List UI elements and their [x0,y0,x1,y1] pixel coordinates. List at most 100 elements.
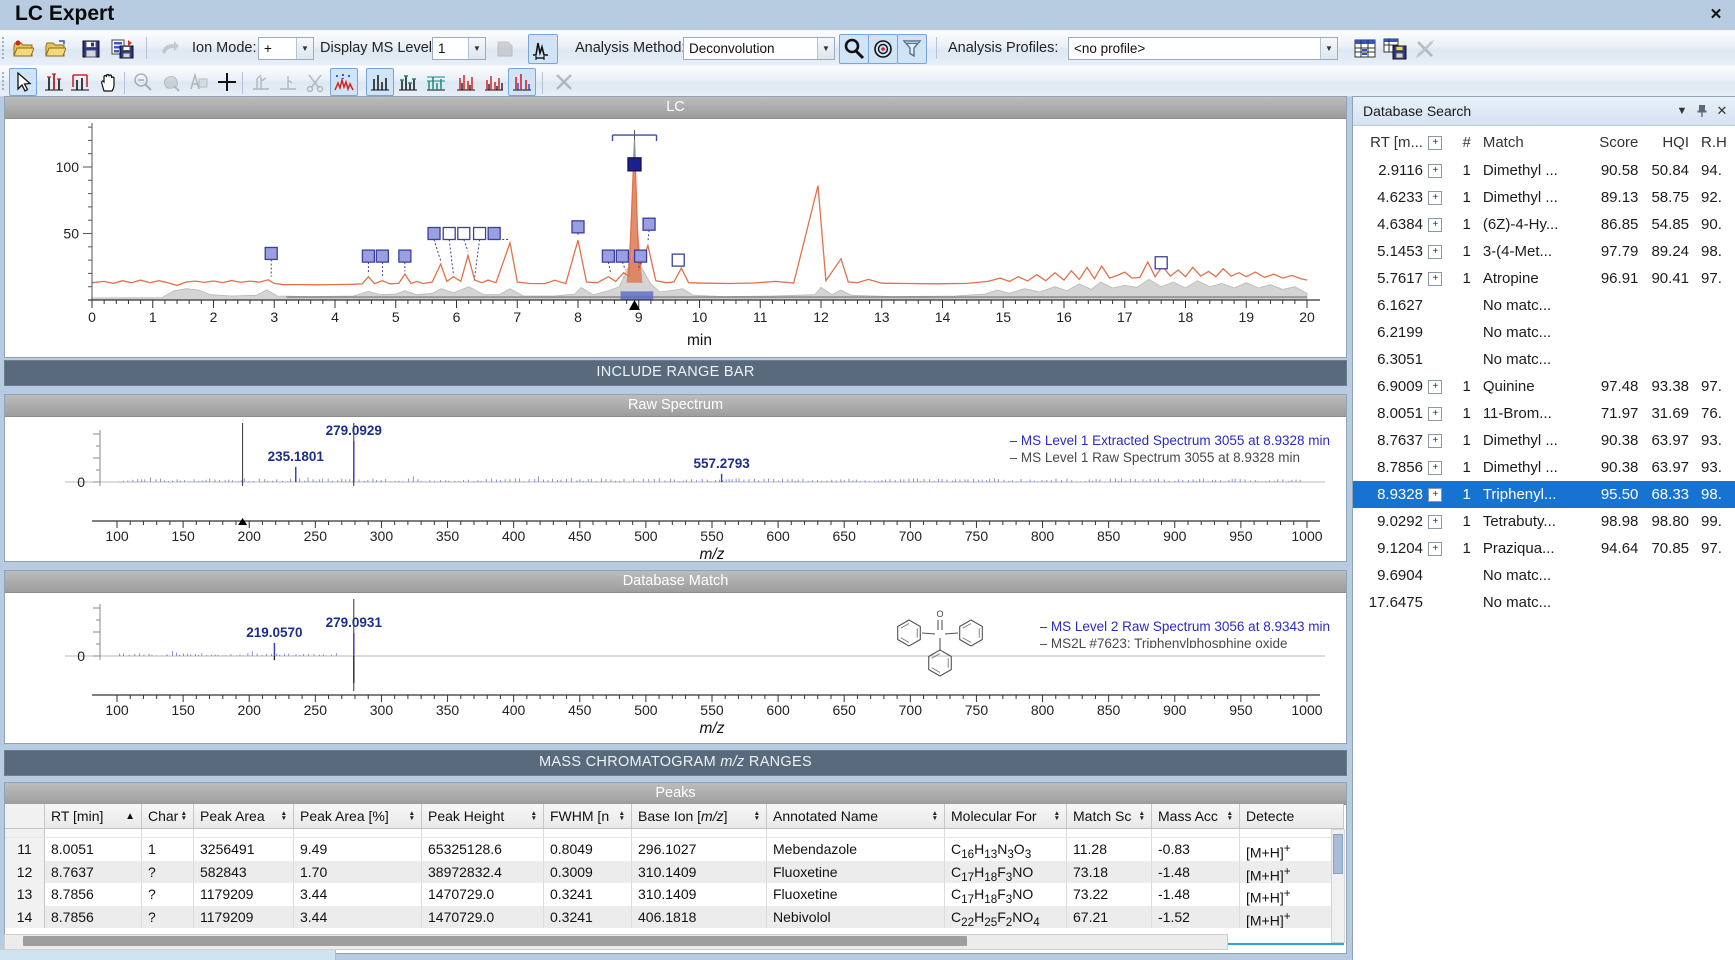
pan-hand-icon[interactable] [94,68,122,96]
expand-row-icon[interactable]: + [1428,380,1442,394]
lc-peak-marker[interactable] [399,250,411,262]
db-search-row[interactable]: 5.7617+1Atropine96.9190.4197. [1353,265,1735,292]
peaks-horizontal-scrollbar[interactable] [4,934,1228,950]
peaks-vertical-scrollbar[interactable] [1331,829,1345,943]
save-workspace-icon[interactable] [108,34,138,64]
column-header[interactable]: Match [1475,129,1586,157]
save-icon[interactable] [76,34,106,64]
lc-peak-marker[interactable] [635,250,647,262]
chevron-down-icon[interactable]: ▼ [1320,38,1337,59]
lc-peak-marker[interactable] [616,250,628,262]
column-header[interactable]: Detecte [1240,804,1344,828]
collapse-chevron-icon[interactable]: ▼ [1674,104,1690,118]
toolbar-grip[interactable] [2,37,7,59]
expand-row-icon[interactable]: + [1428,272,1442,286]
db-search-row[interactable]: 8.0051+111-Brom...71.9731.6976. [1353,400,1735,427]
lc-peak-marker-unassigned[interactable] [672,254,684,266]
expand-row-icon[interactable]: + [1428,542,1442,556]
chromatogram-view-3-icon[interactable] [508,68,536,96]
db-search-row-selected[interactable]: 8.9328+1Triphenyl...95.5068.3398. [1353,481,1735,508]
chevron-down-icon[interactable]: ▼ [296,38,313,59]
pin-icon[interactable] [1694,104,1710,118]
filter-icon[interactable] [897,34,927,64]
db-search-row[interactable]: 9.6904No matc... [1353,562,1735,589]
database-search-titlebar[interactable]: Database Search ▼ ✕ [1353,97,1735,126]
lc-peak-marker[interactable] [643,218,655,230]
lc-peak-marker[interactable] [376,250,388,262]
column-header[interactable]: Molecular For▲▼ [945,804,1067,828]
expand-row-icon[interactable]: + [1428,461,1442,475]
lc-peak-marker[interactable] [572,221,584,233]
lc-chromatogram-plot[interactable]: 01234567891011121314151617181920min50100 [5,119,1344,357]
expand-row-icon[interactable]: + [1428,245,1442,259]
window-horizontal-scrollbar[interactable] [0,950,336,960]
column-header[interactable]: Peak Area▲▼ [194,804,294,828]
lc-peak-marker-unassigned[interactable] [474,228,486,240]
db-search-row[interactable]: 17.6475No matc... [1353,589,1735,616]
column-header[interactable]: FWHM [n▲▼ [544,804,632,828]
lc-peak-marker[interactable] [602,250,614,262]
overlay-spectrum-icon[interactable] [330,68,358,96]
column-header[interactable]: Base Ion [m/z]▲▼ [632,804,767,828]
column-header[interactable]: RT [min]▲ [45,804,142,828]
analysis-method-select[interactable]: Deconvolution ▼ [683,37,835,60]
open-report-icon[interactable] [8,34,38,64]
grid-display-icon[interactable] [422,68,450,96]
mass-chromatogram-ranges-bar[interactable]: MASS CHROMATOGRAM m/z RANGES [4,750,1347,776]
db-search-row[interactable]: 2.9116+1Dimethyl ...90.5850.8494. [1353,157,1735,184]
column-header[interactable]: Peak Area [%]▲▼ [294,804,422,828]
db-search-row[interactable]: 4.6384+1(6Z)-4-Hy...86.8554.8590. [1353,211,1735,238]
column-header[interactable] [5,804,45,828]
crosshair-icon[interactable] [213,68,241,96]
expand-row-icon[interactable]: + [1428,434,1442,448]
table-row[interactable]: 118.0051132564919.4965325128.60.8049296.… [5,838,1344,861]
expand-all-icon[interactable]: + [1428,136,1442,150]
analysis-profiles-select[interactable]: <no profile> ▼ [1068,37,1338,60]
chromatogram-view-1-icon[interactable] [452,68,480,96]
db-search-row[interactable]: 6.2199No matc... [1353,319,1735,346]
db-search-row[interactable]: 8.7637+1Dimethyl ...90.3863.9793. [1353,427,1735,454]
db-search-row[interactable]: 8.7856+1Dimethyl ...90.3863.9793. [1353,454,1735,481]
column-header[interactable]: HQI [1638,129,1689,157]
column-header[interactable]: Annotated Name▲▼ [767,804,945,828]
column-header[interactable]: Score [1586,129,1638,157]
lc-peak-marker[interactable] [488,228,500,240]
db-search-row[interactable]: 5.1453+13-(4-Met...97.7989.2498. [1353,238,1735,265]
table-view-icon[interactable] [1350,34,1380,64]
display-ms-level-select[interactable]: 1 ▼ [432,37,486,60]
peak-range-icon[interactable] [66,68,94,96]
chevron-down-icon[interactable]: ▼ [817,38,834,59]
chevron-down-icon[interactable]: ▼ [468,38,485,59]
lc-peak-marker-unassigned[interactable] [443,228,455,240]
db-search-row[interactable]: 6.1627No matc... [1353,292,1735,319]
column-header[interactable]: R.H [1689,129,1735,157]
expand-row-icon[interactable]: + [1428,191,1442,205]
column-header[interactable]: Peak Height▲▼ [422,804,544,828]
expand-row-icon[interactable]: + [1428,488,1442,502]
column-header[interactable]: # [1448,129,1475,157]
expand-row-icon[interactable]: + [1428,515,1442,529]
open-folder-icon[interactable] [40,34,70,64]
table-row-clipped[interactable] [5,829,1344,838]
lc-peak-marker[interactable] [362,250,374,262]
column-header[interactable]: Mass Acc▲▼ [1152,804,1240,828]
database-match-plot[interactable]: 219.0570279.0931100150200250300350400450… [5,593,1344,743]
close-icon[interactable]: ✕ [1705,5,1727,25]
expand-row-icon[interactable]: + [1428,407,1442,421]
table-row[interactable]: 128.7637?5828431.7038972832.40.3009310.1… [5,861,1344,884]
stick-display-icon[interactable] [366,68,394,96]
db-search-row[interactable]: 9.1204+1Praziqua...94.6470.8597. [1353,535,1735,562]
column-header[interactable]: RT [m... [1353,129,1423,157]
target-icon[interactable] [868,34,898,64]
column-header[interactable]: Match Sc▲▼ [1067,804,1152,828]
db-search-row[interactable]: 4.6233+1Dimethyl ...89.1358.7592. [1353,184,1735,211]
db-search-row[interactable]: 9.0292+1Tetrabuty...98.9898.8099. [1353,508,1735,535]
table-row[interactable]: 148.7856?11792093.441470729.00.3241406.1… [5,906,1344,929]
table-row[interactable]: 138.7856?11792093.441470729.00.3241310.1… [5,883,1344,906]
close-icon[interactable]: ✕ [1714,104,1730,118]
lc-peak-marker-unassigned[interactable] [458,228,470,240]
spectrum-method-icon[interactable] [528,34,558,64]
lc-peak-marker[interactable] [428,228,440,240]
lc-peak-marker[interactable] [265,247,277,259]
ion-mode-select[interactable]: + ▼ [258,37,314,60]
